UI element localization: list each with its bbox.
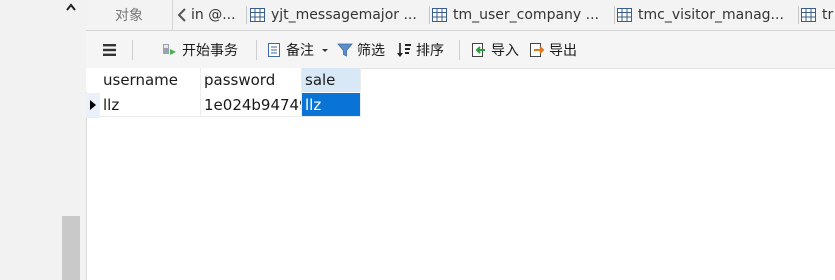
chevron-left-icon[interactable] (177, 7, 187, 23)
begin-transaction-label: 开始事务 (182, 42, 238, 59)
table-icon (801, 8, 816, 22)
table-icon (250, 8, 265, 22)
column-header-sale[interactable]: sale (302, 68, 361, 92)
cell-sale[interactable]: llz (302, 93, 361, 117)
hamburger-icon (103, 43, 116, 56)
transaction-icon (163, 43, 176, 55)
memo-button[interactable]: 备注 (267, 31, 334, 68)
sort-button[interactable]: 排序 (396, 31, 444, 68)
tab-label: tr (822, 7, 834, 23)
header-corner (86, 68, 100, 92)
tab-label: tmc_visitor_manag... (638, 7, 784, 23)
collapse-up-icon[interactable] (64, 2, 78, 18)
tab-label: tm_user_company ... (453, 7, 599, 23)
filter-label: 筛选 (357, 42, 385, 59)
export-button[interactable]: 导出 (529, 31, 577, 68)
export-label: 导出 (549, 42, 577, 59)
memo-icon (268, 42, 280, 57)
sort-label: 排序 (416, 42, 444, 59)
column-header-password[interactable]: password (201, 68, 302, 92)
tab-yjt-messagemajor[interactable]: yjt_messagemajor ... (248, 0, 430, 30)
sort-icon (397, 42, 411, 57)
column-header-username[interactable]: username (100, 68, 201, 92)
export-icon (530, 42, 545, 57)
begin-transaction-button[interactable]: 开始事务 (162, 31, 238, 68)
menu-button[interactable] (102, 31, 122, 68)
sidebar-scrollbar[interactable] (62, 216, 80, 280)
import-button[interactable]: 导入 (471, 31, 519, 68)
tab-objects[interactable]: 对象 (86, 0, 173, 30)
import-icon (472, 42, 485, 57)
cell-username[interactable]: llz (100, 93, 201, 117)
tab-tmc-visitor-manag[interactable]: tmc_visitor_manag... (615, 0, 799, 30)
filter-icon (337, 43, 353, 57)
tab-label: 对象 (115, 8, 143, 24)
tab-bar: 对象 in @... yjt_messagemajor ... tm_user_… (86, 0, 835, 31)
tab-tm-user-company[interactable]: tm_user_company ... (430, 0, 615, 30)
filter-button[interactable]: 筛选 (337, 31, 385, 68)
tab-tr[interactable]: tr (799, 0, 835, 30)
tab-query[interactable]: in @... (173, 0, 247, 30)
table-icon (432, 8, 447, 22)
object-sidebar (0, 0, 87, 280)
cell-password[interactable]: 1e024b94749 (201, 93, 302, 117)
current-row-arrow-icon (90, 100, 96, 110)
toolbar: 开始事务 备注 筛选 排序 导入 导出 (86, 31, 835, 69)
memo-label: 备注 (286, 42, 314, 59)
table-icon (617, 8, 632, 22)
row-indicator[interactable] (86, 93, 100, 118)
import-label: 导入 (491, 42, 519, 59)
tab-label: yjt_messagemajor ... (271, 7, 417, 23)
dropdown-caret-icon[interactable] (320, 46, 330, 54)
tab-label: in @... (191, 7, 236, 23)
